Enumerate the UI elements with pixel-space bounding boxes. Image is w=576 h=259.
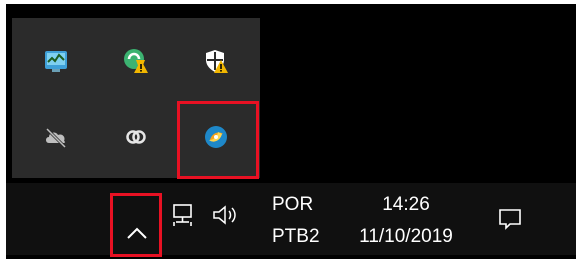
language-code: POR <box>272 194 314 215</box>
network-monitor-icon[interactable] <box>16 26 96 96</box>
security-warning-icon[interactable] <box>176 26 256 96</box>
clock-time: 14:26 <box>382 194 430 215</box>
clock-date: 11/10/2019 <box>359 226 453 247</box>
action-center-button[interactable] <box>488 199 532 239</box>
cloud-off-icon[interactable] <box>16 102 96 172</box>
clock[interactable]: 14:26 11/10/2019 <box>340 189 472 253</box>
network-icon[interactable] <box>166 197 202 233</box>
notification-icon <box>499 209 521 230</box>
input-language-indicator[interactable]: POR PTB2 <box>272 189 332 253</box>
warning-update-icon[interactable] <box>96 26 176 96</box>
show-hidden-icons-highlight <box>110 193 162 257</box>
taskbar: POR PTB2 14:26 11/10/2019 <box>6 183 576 255</box>
volume-icon[interactable] <box>206 197 246 233</box>
keyboard-layout: PTB2 <box>272 226 320 247</box>
app-swirl-highlight <box>177 101 259 179</box>
creative-cloud-icon[interactable] <box>96 102 176 172</box>
